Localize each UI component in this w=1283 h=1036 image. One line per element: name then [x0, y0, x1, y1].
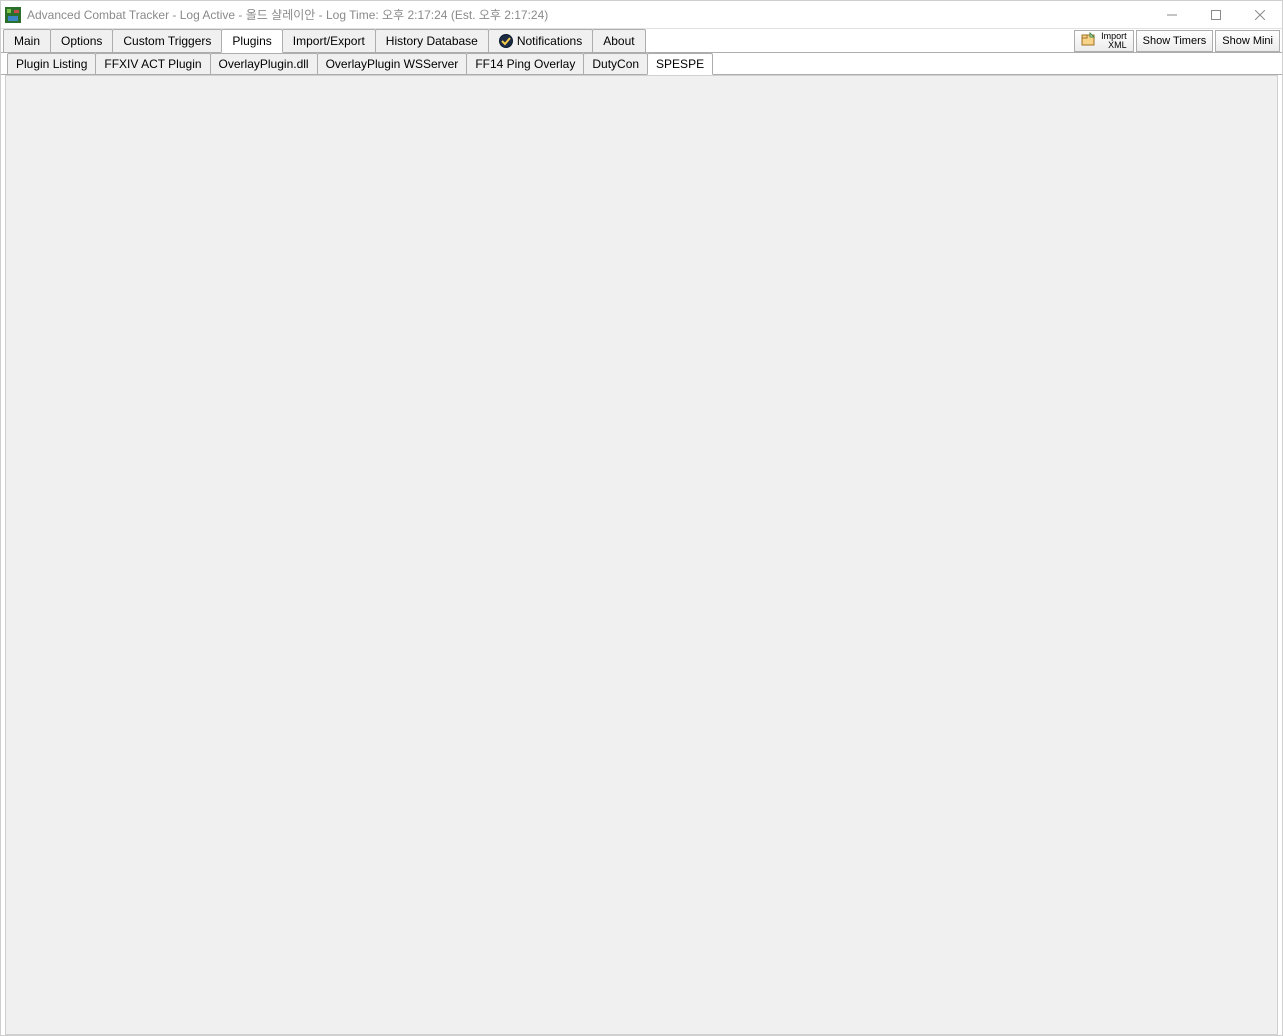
tab-label: SPESPE [656, 57, 704, 71]
minimize-button[interactable] [1150, 1, 1194, 28]
tab-label: Options [61, 34, 102, 48]
button-label: Show Mini [1222, 35, 1273, 47]
tab-custom-triggers[interactable]: Custom Triggers [112, 29, 222, 52]
tab-label: FF14 Ping Overlay [475, 57, 575, 71]
button-label: Show Timers [1143, 35, 1207, 47]
tab-label: DutyCon [592, 57, 639, 71]
tab-label: Plugin Listing [16, 57, 87, 71]
subtab-dutycon[interactable]: DutyCon [583, 53, 648, 74]
maximize-button[interactable] [1194, 1, 1238, 28]
toolbar-spacer [645, 29, 1075, 52]
tab-label: Main [14, 34, 40, 48]
tab-label: FFXIV ACT Plugin [104, 57, 201, 71]
tab-label: Import/Export [293, 34, 365, 48]
close-button[interactable] [1238, 1, 1282, 28]
title-bar: Advanced Combat Tracker - Log Active - 올… [1, 1, 1282, 29]
tab-label: OverlayPlugin WSServer [326, 57, 459, 71]
plugin-content-area [5, 75, 1278, 1035]
tab-label: Plugins [232, 34, 271, 48]
import-xml-icon [1081, 32, 1097, 50]
subtab-ff14-ping-overlay[interactable]: FF14 Ping Overlay [466, 53, 584, 74]
tab-label: Custom Triggers [123, 34, 211, 48]
app-icon [5, 7, 21, 23]
subtab-ffxiv-act-plugin[interactable]: FFXIV ACT Plugin [95, 53, 210, 74]
tab-notifications[interactable]: Notifications [488, 29, 593, 52]
tab-options[interactable]: Options [50, 29, 113, 52]
notification-icon [499, 34, 513, 48]
toolbar-right-buttons: Import XML Show Timers Show Mini [1074, 29, 1282, 52]
tab-main[interactable]: Main [3, 29, 51, 52]
show-mini-button[interactable]: Show Mini [1215, 30, 1280, 52]
tab-about[interactable]: About [592, 29, 645, 52]
import-xml-label: Import XML [1101, 32, 1127, 50]
subtab-spespe[interactable]: SPESPE [647, 53, 713, 75]
tab-plugins[interactable]: Plugins [221, 29, 282, 53]
main-tab-bar: Main Options Custom Triggers Plugins Imp… [1, 29, 1282, 53]
tab-label: Notifications [517, 34, 582, 48]
subtab-plugin-listing[interactable]: Plugin Listing [7, 53, 96, 74]
plugin-sub-tab-bar: Plugin Listing FFXIV ACT Plugin OverlayP… [1, 53, 1282, 75]
import-xml-button[interactable]: Import XML [1074, 30, 1134, 52]
window-controls [1150, 1, 1282, 28]
tab-label: History Database [386, 34, 478, 48]
subtab-overlayplugin-wsserver[interactable]: OverlayPlugin WSServer [317, 53, 468, 74]
tab-import-export[interactable]: Import/Export [282, 29, 376, 52]
window-title: Advanced Combat Tracker - Log Active - 올… [27, 6, 548, 23]
subtab-overlayplugin-dll[interactable]: OverlayPlugin.dll [210, 53, 318, 74]
tab-history-database[interactable]: History Database [375, 29, 489, 52]
tab-label: OverlayPlugin.dll [219, 57, 309, 71]
tab-label: About [603, 34, 634, 48]
show-timers-button[interactable]: Show Timers [1136, 30, 1214, 52]
